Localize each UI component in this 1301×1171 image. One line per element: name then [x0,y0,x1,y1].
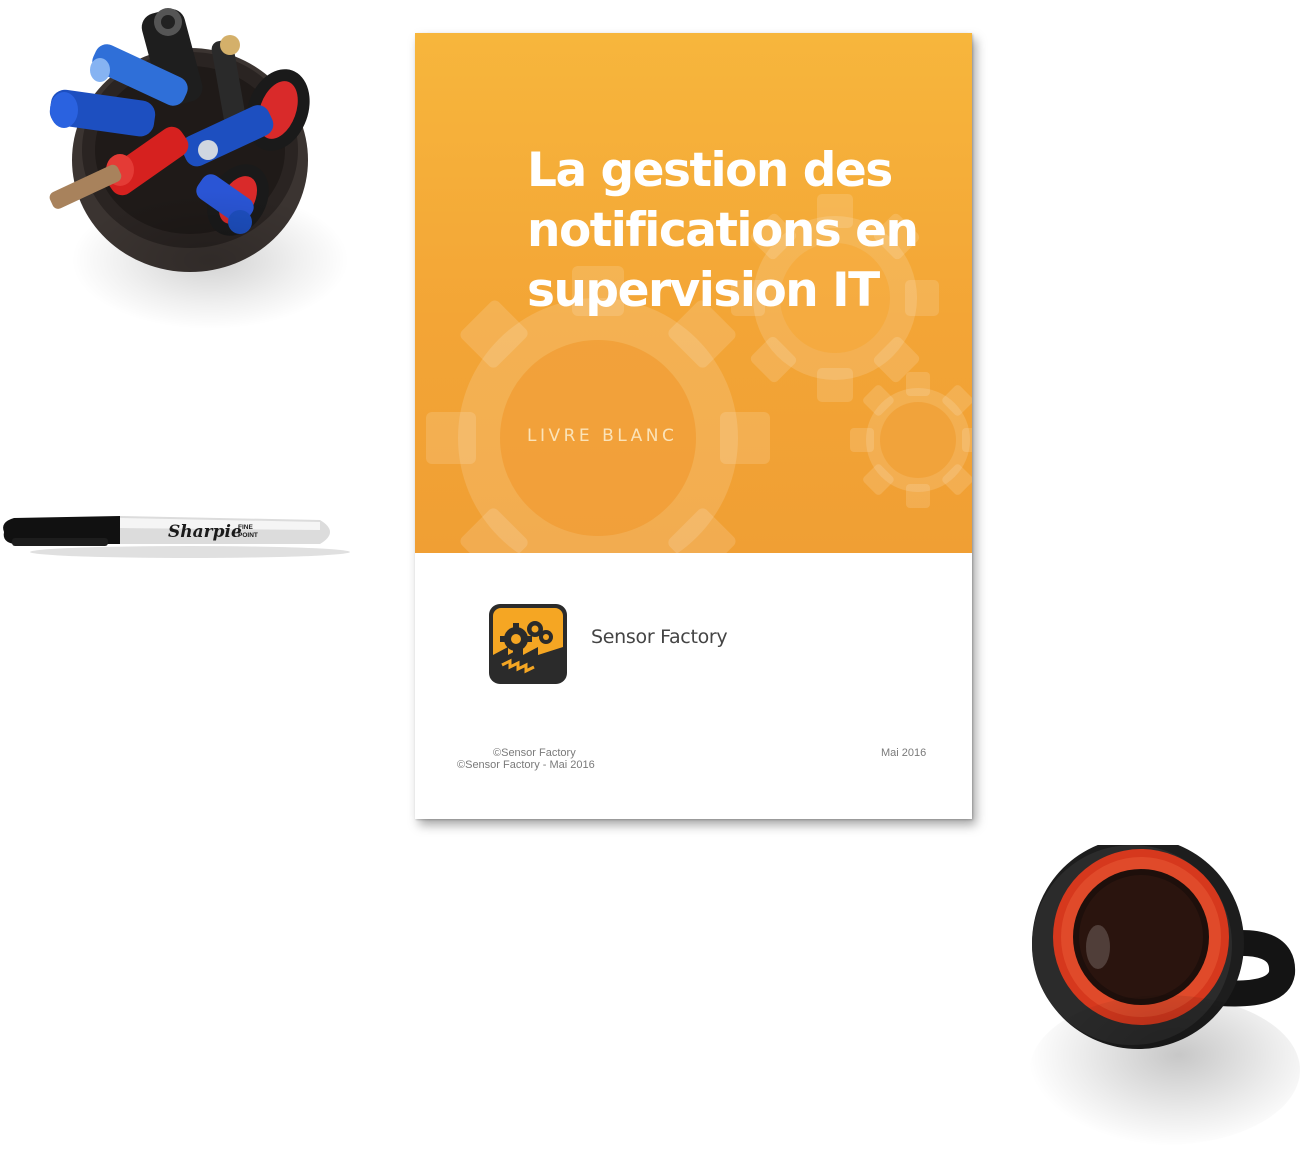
sensor-factory-logo-icon [489,604,567,684]
cover-title-line-1: La gestion des [527,143,893,198]
cover-white-panel: Sensor Factory ©Sensor Factory ©Sensor F… [415,553,972,819]
sharpie-marker-image: Sharpie FINE POINT [0,500,350,570]
white-paper-booklet: La gestion des notifications en supervis… [415,33,972,819]
brand-name: Sensor Factory [591,626,728,648]
sharpie-marker-illustration: Sharpie FINE POINT [3,516,350,558]
sharpie-tip-text-2: POINT [238,532,258,539]
pen-cup-shadow [70,190,350,330]
footer-copyright-line-1: ©Sensor Factory [493,747,576,759]
cover-title-line-3: supervision IT [527,263,880,318]
coffee-mug-image [1010,837,1300,1145]
footer-copyright-line-2: ©Sensor Factory - Mai 2016 [457,759,595,771]
sharpie-brand-text: Sharpie [168,522,242,542]
cover-orange-panel: La gestion des notifications en supervis… [415,33,972,553]
pen-cup-image [30,0,350,330]
coffee-mug-shadow [1030,995,1300,1145]
sharpie-tip-text-1: FINE [238,524,253,531]
cover-title-line-2: notifications en [527,203,919,258]
footer-date: Mai 2016 [881,747,927,759]
cover-title: La gestion des notifications en supervis… [527,141,947,321]
cover-subtitle: LIVRE BLANC [527,426,678,446]
